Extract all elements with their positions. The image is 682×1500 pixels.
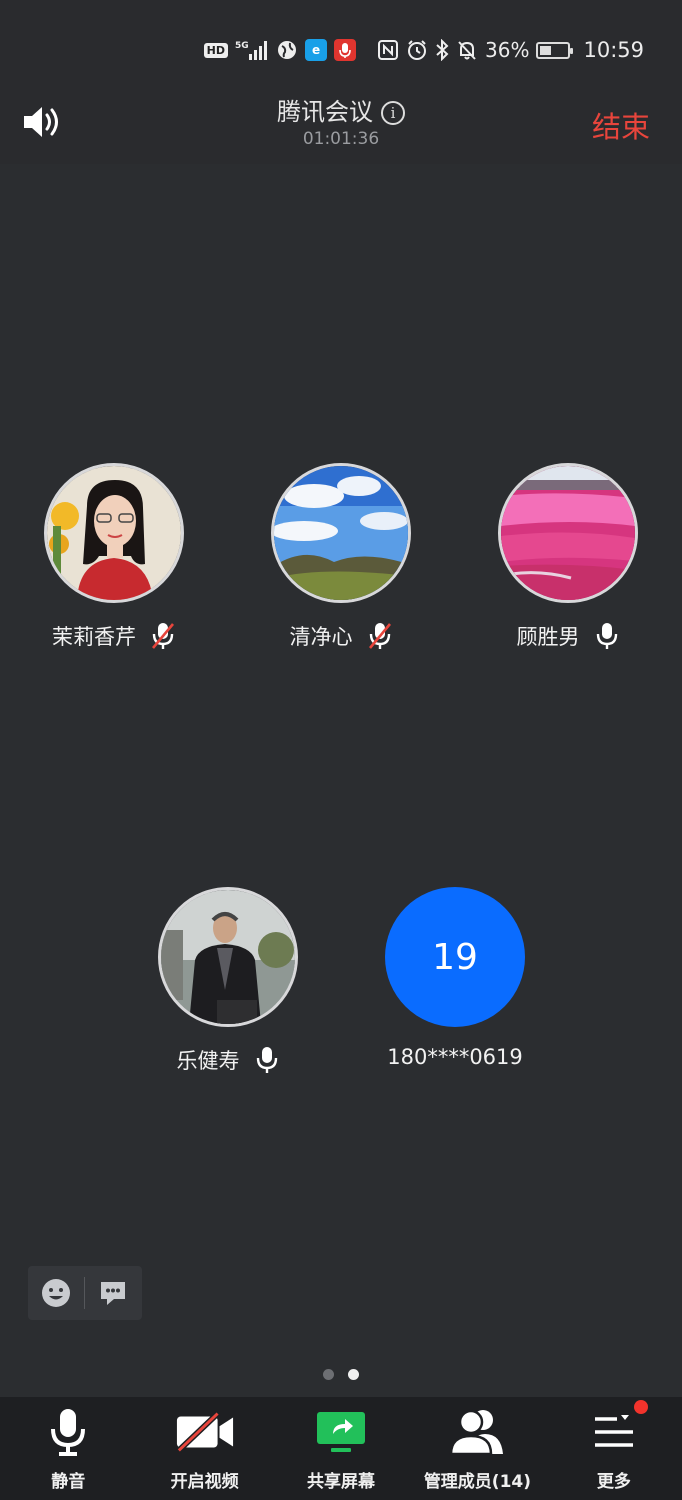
members-icon (447, 1407, 507, 1457)
flower-field-photo (501, 466, 635, 600)
reaction-chat-box (28, 1266, 142, 1320)
mute-button[interactable]: 静音 (0, 1397, 136, 1500)
participant-name: 清净心 (289, 625, 353, 649)
hd-icon: HD (203, 42, 229, 58)
battery-icon (536, 41, 574, 59)
participant-tile[interactable]: 19 180****0619 (345, 887, 565, 1069)
globe-icon (276, 39, 298, 61)
emoji-icon (42, 1279, 70, 1307)
mute-bell-icon (456, 39, 478, 61)
notification-dot (634, 1400, 649, 1414)
participant-name: 顾胜男 (516, 625, 580, 649)
participant-tile[interactable]: 乐健寿 (118, 887, 338, 1075)
share-screen-label: 共享屏幕 (307, 1472, 376, 1492)
info-icon[interactable]: i (381, 101, 405, 125)
bottom-toolbar: 静音 开启视频 共享屏幕 管理成员(14) 更多 (0, 1397, 682, 1500)
participant-name-row: 乐健寿 (118, 1045, 338, 1075)
alarm-icon (406, 39, 428, 61)
chat-icon (101, 1282, 125, 1305)
battery-percent: 36% (485, 38, 530, 62)
participant-name: 180****0619 (387, 1045, 523, 1069)
chat-button[interactable] (85, 1266, 141, 1320)
page-dot-active[interactable] (348, 1369, 359, 1380)
manage-members-label: 管理成员(14) (423, 1472, 532, 1492)
nfc-icon (377, 39, 399, 61)
share-screen-icon (311, 1407, 371, 1457)
signal-5g-icon: 5G (235, 39, 269, 61)
recording-mic-icon (334, 39, 357, 61)
participant-tile[interactable]: 清净心 (231, 463, 451, 651)
participant-name-row: 顾胜男 (458, 621, 678, 651)
app-notification-icon: e (305, 39, 328, 61)
participant-name-row: 茉莉香芹 (4, 621, 224, 651)
bluetooth-icon (435, 39, 449, 61)
avatar (498, 463, 638, 603)
participant-name: 乐健寿 (176, 1049, 240, 1073)
avatar (44, 463, 184, 603)
microphone-icon (38, 1407, 98, 1457)
portrait-photo (47, 466, 181, 600)
clock: 10:59 (583, 38, 644, 62)
participant-name-row: 清净心 (231, 621, 451, 651)
menu-icon (584, 1407, 644, 1457)
mic-icon (596, 623, 617, 649)
battery-level-fill (540, 45, 552, 55)
meeting-duration: 01:01:36 (302, 129, 380, 149)
more-button[interactable]: 更多 (546, 1397, 682, 1500)
emoji-button[interactable] (28, 1266, 84, 1320)
share-screen-button[interactable]: 共享屏幕 (273, 1397, 409, 1500)
start-video-button[interactable]: 开启视频 (136, 1397, 272, 1500)
video-off-icon (175, 1407, 235, 1457)
meeting-header: 腾讯会议 i 01:01:36 结束 (0, 82, 682, 164)
avatar (271, 463, 411, 603)
status-icons: HD 5G e 36% 10:59 (203, 34, 644, 66)
end-meeting-button[interactable]: 结束 (592, 104, 650, 146)
manage-members-button[interactable]: 管理成员(14) (409, 1397, 545, 1500)
page-dot[interactable] (323, 1369, 334, 1380)
page-indicator[interactable] (0, 1369, 682, 1380)
landscape-photo (274, 466, 408, 600)
mic-muted-icon (152, 623, 174, 649)
more-label: 更多 (596, 1472, 631, 1492)
status-bar: HD 5G e 36% 10:59 (0, 0, 682, 82)
meeting-title[interactable]: 腾讯会议 i (0, 92, 682, 127)
man-photo (161, 890, 295, 1024)
mic-icon (256, 1047, 277, 1073)
start-video-label: 开启视频 (170, 1472, 239, 1492)
mute-label: 静音 (51, 1472, 86, 1492)
participant-name: 茉莉香芹 (52, 625, 136, 649)
mic-muted-icon (368, 623, 391, 649)
avatar (158, 887, 298, 1027)
participant-tile[interactable]: 顾胜男 (458, 463, 678, 651)
participant-tile[interactable]: 茉莉香芹 (4, 463, 224, 651)
meeting-title-text: 腾讯会议 (277, 98, 373, 126)
avatar: 19 (385, 887, 525, 1027)
participant-name-row: 180****0619 (345, 1045, 565, 1069)
svg-text:5G: 5G (235, 41, 249, 51)
